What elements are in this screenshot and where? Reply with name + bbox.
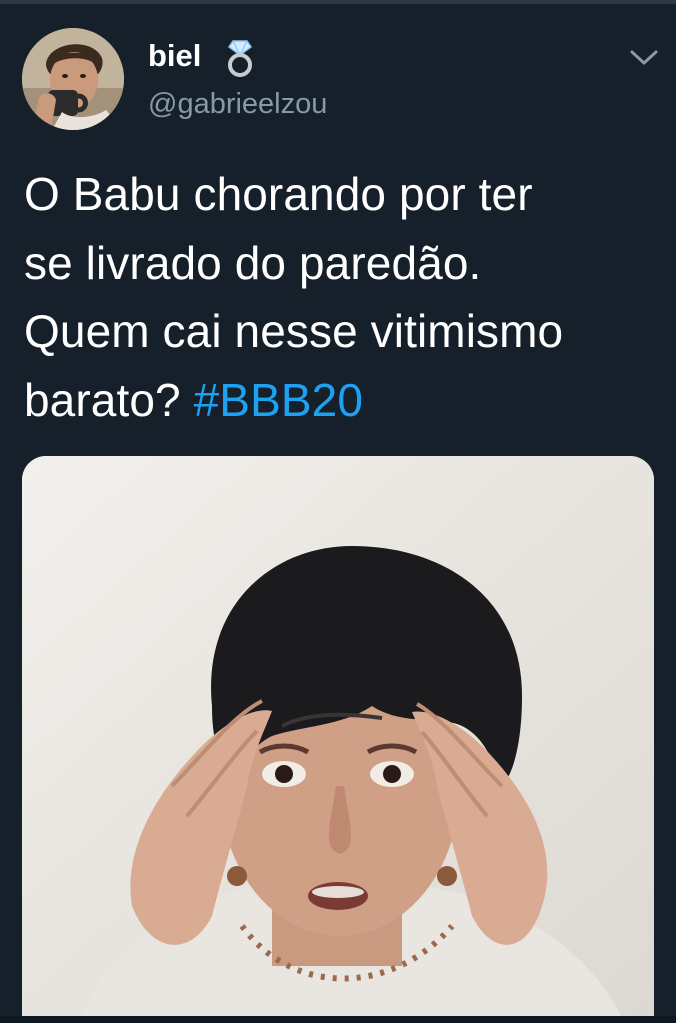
- tweet-text-segment: barato?: [24, 373, 194, 426]
- tweet-text-line: O Babu chorando por ter: [24, 168, 533, 220]
- user-handle[interactable]: @gabrieelzou: [148, 87, 327, 121]
- ring-icon: [227, 40, 253, 77]
- tweet-text-line: Quem cai nesse vitimismo: [24, 305, 564, 357]
- tweet-text: O Babu chorando por ter se livrado do pa…: [24, 160, 664, 434]
- display-name[interactable]: biel: [148, 38, 201, 74]
- top-divider: [0, 0, 676, 4]
- hashtag-link[interactable]: #BBB20: [194, 374, 363, 426]
- chevron-down-icon[interactable]: [624, 44, 664, 72]
- tweet-text-line: barato? #BBB20: [24, 366, 664, 435]
- avatar[interactable]: [22, 28, 124, 130]
- bottom-divider: [0, 1016, 676, 1023]
- tweet-text-line: se livrado do paredão.: [24, 236, 482, 289]
- tweet-image[interactable]: [22, 456, 654, 1018]
